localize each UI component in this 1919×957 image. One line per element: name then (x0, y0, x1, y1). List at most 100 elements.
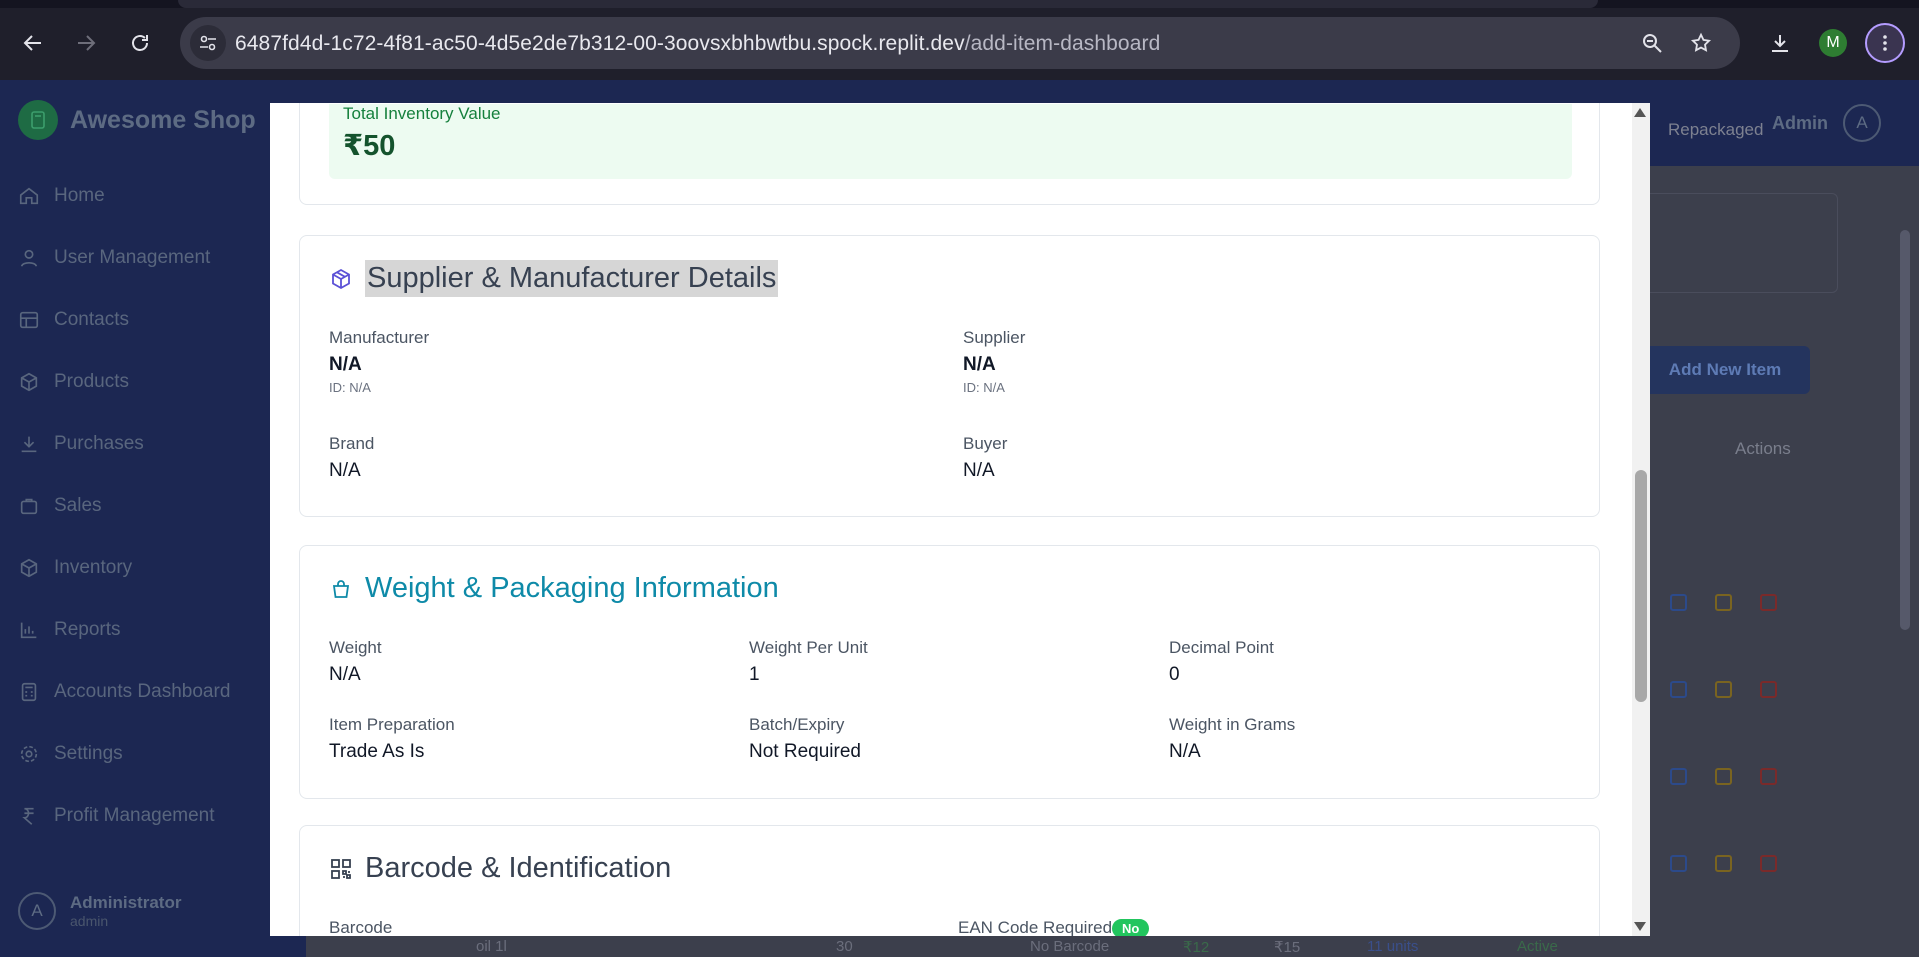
browser-menu-button[interactable] (1865, 23, 1905, 63)
profile-avatar: M (1819, 29, 1847, 57)
section-title: Supplier & Manufacturer Details (329, 260, 779, 297)
delete-icon[interactable] (1760, 768, 1777, 785)
ean-label: EAN Code Required (958, 918, 1113, 936)
field-value: N/A (329, 354, 362, 375)
brand[interactable]: Awesome Shop (18, 100, 256, 140)
field-id: ID: N/A (963, 380, 1005, 395)
sidebar-item-settings[interactable]: Settings (18, 734, 123, 774)
sidebar-item-home[interactable]: Home (18, 176, 105, 216)
download-icon (21, 436, 37, 453)
view-icon[interactable] (1670, 681, 1687, 698)
section-title: Weight & Packaging Information (329, 572, 779, 605)
supplier-section-title: Supplier & Manufacturer Details (365, 260, 779, 297)
browser-toolbar: 6487fd4d-1c72-4f81-ac50-4d5e2de7b312-00-… (0, 0, 1919, 80)
bag-icon (20, 498, 38, 515)
reload-button[interactable] (120, 23, 160, 63)
gear-icon (20, 745, 38, 763)
supplier-field: Supplier N/A ID: N/A (963, 328, 1025, 395)
shopping-bag-icon (332, 579, 350, 598)
active-tab[interactable] (178, 0, 1598, 8)
row-stock: 11 units (1367, 938, 1419, 955)
row-status: Active (1517, 938, 1558, 955)
sidebar-item-contacts[interactable]: Contacts (18, 300, 129, 340)
sidebar-item-user-management[interactable]: User Management (18, 238, 210, 278)
ean-code-required-field: EAN Code Required No (958, 918, 1150, 936)
page-scrollbar[interactable] (1900, 230, 1910, 630)
scroll-up-arrow[interactable] (1634, 108, 1646, 117)
add-new-item-button[interactable]: Add New Item (1640, 346, 1810, 394)
barcode-field: Barcode (329, 918, 392, 936)
sidebar-item-label: Reports (54, 619, 121, 640)
url-host: 6487fd4d-1c72-4f81-ac50-4d5e2de7b312-00-… (235, 32, 965, 55)
sidebar-item-profit-management[interactable]: Profit Management (18, 796, 215, 836)
box-icon (20, 558, 38, 578)
arrow-right-icon (78, 35, 96, 51)
scroll-thumb[interactable] (1635, 470, 1647, 702)
weight-per-unit-field: Weight Per Unit 1 (749, 638, 868, 686)
topbar-avatar[interactable]: A (1843, 104, 1881, 142)
modal-scrollbar[interactable] (1632, 103, 1650, 936)
edit-icon[interactable] (1715, 594, 1732, 611)
sidebar-item-reports[interactable]: Reports (18, 610, 121, 650)
weight-field: Weight N/A (329, 638, 382, 686)
view-icon[interactable] (1670, 594, 1687, 611)
field-value: N/A (963, 354, 996, 375)
delete-icon[interactable] (1760, 855, 1777, 872)
scroll-down-arrow[interactable] (1634, 922, 1646, 931)
downloads-button[interactable] (1760, 23, 1800, 63)
field-label: Weight in Grams (1169, 715, 1296, 734)
sidebar-item-products[interactable]: Products (18, 362, 129, 402)
field-value: Not Required (749, 741, 861, 762)
box-icon (20, 372, 38, 392)
edit-icon[interactable] (1715, 855, 1732, 872)
package-icon (332, 268, 350, 289)
delete-icon[interactable] (1760, 681, 1777, 698)
total-inventory-label: Total Inventory Value (343, 104, 501, 123)
delete-icon[interactable] (1760, 594, 1777, 611)
qr-code-icon (331, 858, 351, 879)
filter-panel (1640, 193, 1838, 293)
sidebar-item-label: Profit Management (54, 805, 215, 826)
forward-button[interactable] (66, 23, 106, 63)
sidebar-item-label: Inventory (54, 557, 133, 578)
view-icon[interactable] (1670, 855, 1687, 872)
decimal-point-field: Decimal Point 0 (1169, 638, 1274, 686)
url-text[interactable]: 6487fd4d-1c72-4f81-ac50-4d5e2de7b312-00-… (235, 32, 1160, 56)
sidebar-item-inventory[interactable]: Inventory (18, 548, 132, 588)
tab-repackaged[interactable]: Repackaged (1668, 120, 1763, 140)
calculator-icon (18, 100, 58, 140)
contacts-icon (19, 311, 39, 329)
field-id: ID: N/A (329, 380, 371, 395)
bookmark-button[interactable] (1685, 27, 1717, 59)
row-qty: 30 (836, 938, 853, 955)
sidebar-item-label: User Management (54, 247, 211, 268)
topbar-admin-label[interactable]: Admin (1772, 113, 1828, 134)
sidebar-item-label: Home (54, 185, 105, 206)
calculator-icon (21, 682, 37, 702)
field-value: N/A (963, 460, 995, 481)
row-item-name: oil 1l (476, 938, 507, 955)
sidebar: Awesome Shop Home User Management Contac… (0, 80, 306, 957)
zoom-icon (1643, 34, 1662, 53)
view-icon[interactable] (1670, 768, 1687, 785)
weight-section-title: Weight & Packaging Information (365, 572, 779, 604)
edit-icon[interactable] (1715, 681, 1732, 698)
tab-strip (0, 0, 1919, 8)
sidebar-item-accounts-dashboard[interactable]: Accounts Dashboard (18, 672, 230, 712)
section-title: Barcode & Identification (329, 852, 671, 885)
sidebar-item-purchases[interactable]: Purchases (18, 424, 144, 464)
zoom-button[interactable] (1636, 27, 1668, 59)
tune-icon (200, 35, 216, 51)
back-button[interactable] (13, 23, 53, 63)
sidebar-item-sales[interactable]: Sales (18, 486, 102, 526)
row-actions (1670, 768, 1777, 785)
address-bar[interactable]: 6487fd4d-1c72-4f81-ac50-4d5e2de7b312-00-… (180, 17, 1740, 69)
download-icon (1772, 35, 1788, 52)
weight-packaging-card: Weight & Packaging Information Weight N/… (299, 545, 1600, 799)
field-label: Batch/Expiry (749, 715, 845, 734)
site-info-button[interactable] (190, 25, 226, 61)
sidebar-user[interactable]: A Administrator admin (18, 892, 181, 930)
edit-icon[interactable] (1715, 768, 1732, 785)
row-actions (1670, 855, 1777, 872)
profile-button[interactable]: M (1813, 23, 1853, 63)
